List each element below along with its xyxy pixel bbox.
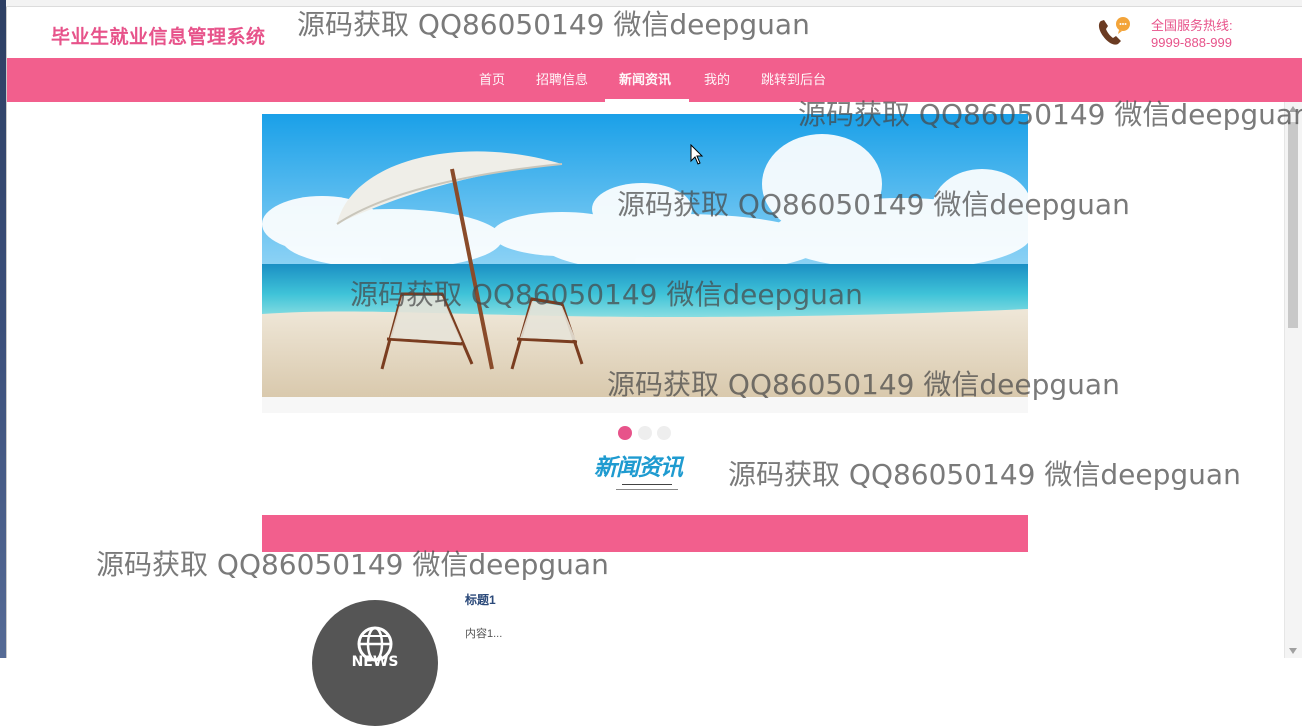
- news-thumbnail[interactable]: NEWS: [312, 600, 438, 726]
- carousel-indicators: [618, 426, 678, 440]
- window-top-edge: [6, 0, 1302, 7]
- carousel-dot-3[interactable]: [657, 426, 671, 440]
- carousel-dot-1[interactable]: [618, 426, 632, 440]
- scroll-down-arrow-icon[interactable]: [1289, 648, 1297, 654]
- section-bar: [262, 515, 1028, 552]
- nav-item-home[interactable]: 首页: [479, 58, 505, 102]
- main-nav: 首页 招聘信息 新闻资讯 我的 跳转到后台: [7, 58, 1302, 102]
- news-thumb-label: NEWS: [352, 654, 399, 670]
- hotline-number: 9999-888-999: [1151, 35, 1232, 50]
- title-divider: [622, 484, 672, 485]
- news-title[interactable]: 标题1: [465, 591, 496, 608]
- nav-item-news[interactable]: 新闻资讯: [619, 58, 671, 102]
- carousel-dot-2[interactable]: [638, 426, 652, 440]
- news-content: 内容1...: [465, 628, 503, 640]
- nav-active-indicator: [605, 99, 689, 102]
- title-divider-lower: [616, 489, 678, 490]
- phone-chat-icon: [1098, 17, 1130, 45]
- beach-scene-image: [262, 114, 1028, 397]
- page-scrollbar[interactable]: [1284, 102, 1302, 658]
- globe-icon: NEWS: [352, 626, 399, 670]
- section-title: 新闻资讯: [594, 454, 683, 480]
- watermark-text: 源码获取 QQ86050149 微信deepguan: [728, 458, 1241, 491]
- nav-item-jobs[interactable]: 招聘信息: [536, 58, 588, 102]
- hotline-label: 全国服务热线:: [1151, 18, 1233, 33]
- nav-item-mine[interactable]: 我的: [704, 58, 730, 102]
- mouse-cursor-icon: [690, 144, 704, 165]
- banner-base: [262, 397, 1028, 413]
- carousel-banner-image[interactable]: [262, 114, 1028, 397]
- nav-item-admin[interactable]: 跳转到后台: [761, 58, 826, 102]
- scroll-thumb[interactable]: [1288, 122, 1298, 328]
- hotline: 全国服务热线: 9999-888-999: [1151, 17, 1233, 51]
- site-logo[interactable]: 毕业生就业信息管理系统: [51, 22, 266, 49]
- scroll-up-arrow-icon[interactable]: [1289, 106, 1297, 112]
- site-header: 毕业生就业信息管理系统 全国服务热线: 9999-888-999: [7, 7, 1287, 57]
